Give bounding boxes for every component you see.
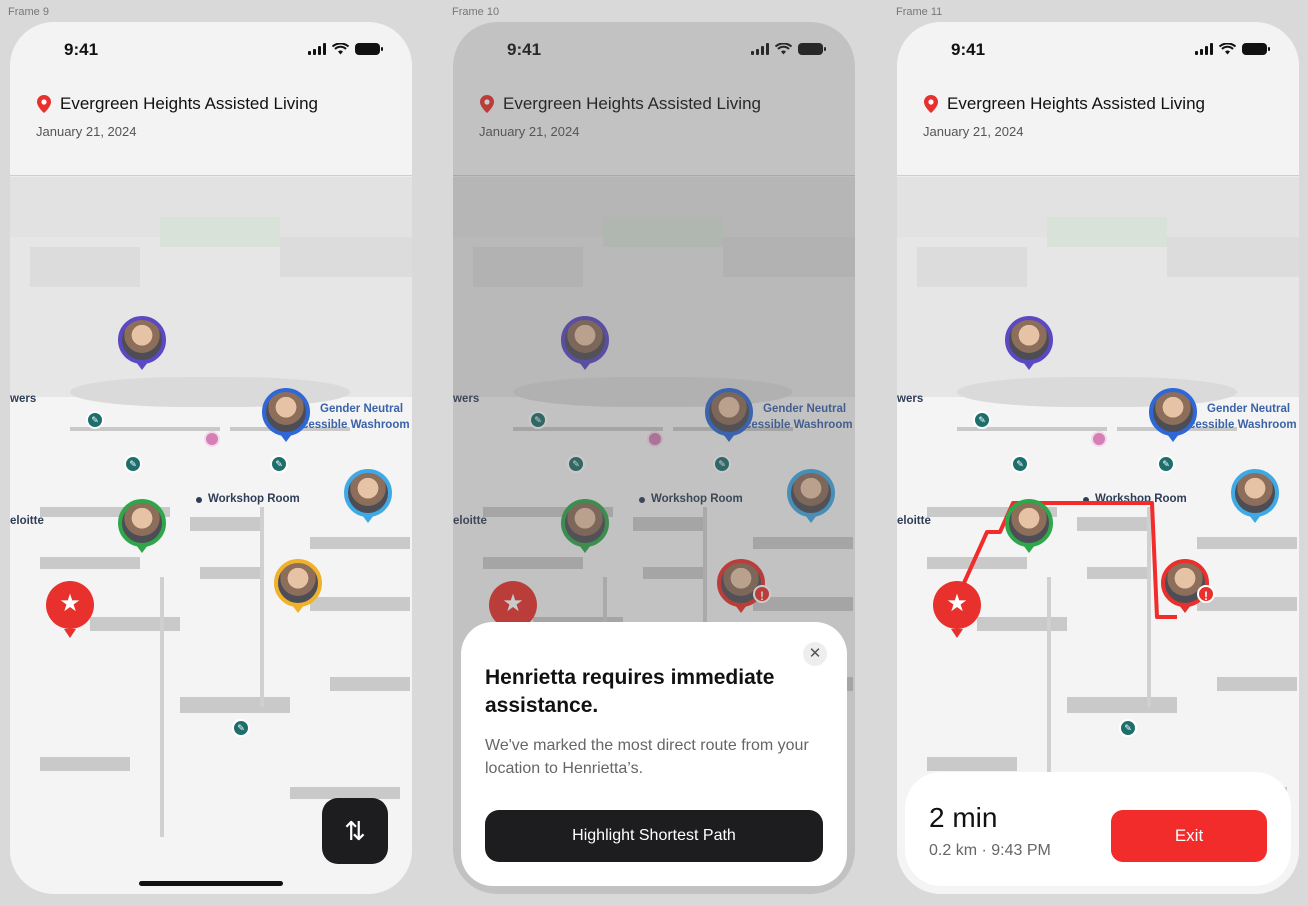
highlight-path-button[interactable]: Highlight Shortest Path (485, 810, 823, 862)
location-pin-icon[interactable] (204, 431, 220, 447)
resident-avatar-blue[interactable] (1149, 388, 1197, 442)
facility-header: Evergreen Heights Assisted Living Januar… (36, 94, 318, 139)
navigation-panel: 2 min 0.2 km · 9:43 PM Exit (905, 772, 1291, 886)
close-icon[interactable]: ✕ (803, 642, 827, 666)
header-date: January 21, 2024 (923, 124, 1024, 139)
resident-avatar-purple[interactable] (1005, 316, 1053, 370)
alert-body: We've marked the most direct route from … (485, 737, 809, 777)
cellular-signal-icon (1195, 43, 1213, 55)
status-time: 9:41 (951, 40, 986, 59)
equipment-pin-icon[interactable]: ✎ (232, 719, 250, 737)
map-label-deloitte: eloitte (10, 515, 44, 527)
equipment-pin-icon[interactable]: ✎ (124, 455, 142, 473)
floor-map[interactable]: wers Gender Neutral cessible Washroom Wo… (10, 177, 412, 894)
eta-details: 0.2 km · 9:43 PM (929, 842, 1051, 859)
map-label-workshop: Workshop Room (208, 493, 300, 505)
swap-vertical-icon: ⇅ (344, 816, 366, 846)
swap-floor-button[interactable]: ⇅ (322, 798, 388, 864)
cellular-signal-icon (308, 43, 326, 55)
facility-name: Evergreen Heights Assisted Living (60, 94, 318, 113)
alert-title: Henrietta requires immediate assistance. (485, 666, 775, 717)
location-pin-icon (924, 95, 938, 113)
phone-screen-frame-9: wers Gender Neutral cessible Washroom Wo… (10, 22, 412, 894)
eta-time: 2 min (929, 802, 998, 833)
facility-name: Evergreen Heights Assisted Living (947, 94, 1205, 113)
alert-sheet: ✕ Henrietta requires immediate assistance… (461, 622, 847, 886)
resident-avatar-lightblue[interactable] (1231, 469, 1279, 523)
location-pin-icon (37, 95, 51, 113)
equipment-pin-icon[interactable]: ✎ (86, 411, 104, 429)
battery-icon (355, 43, 383, 55)
exit-button[interactable]: Exit (1111, 810, 1267, 862)
wifi-icon (332, 43, 349, 55)
resident-avatar-henrietta[interactable] (274, 559, 322, 613)
resident-avatar-green[interactable] (118, 499, 166, 553)
facility-header: Evergreen Heights Assisted Living Januar… (923, 94, 1205, 139)
resident-avatar-purple[interactable] (118, 316, 166, 370)
frame-11-label: Frame 11 (896, 6, 943, 18)
resident-avatar-blue[interactable] (262, 388, 310, 442)
status-bar: 9:41 (897, 40, 1299, 64)
frame-9-label: Frame 9 (8, 6, 49, 18)
workshop-dot (196, 497, 202, 503)
equipment-pin-icon[interactable]: ✎ (270, 455, 288, 473)
header-date: January 21, 2024 (36, 124, 137, 139)
phone-screen-frame-10: wers Gender Neutral cessible Washroom Wo… (453, 22, 855, 894)
alert-badge-icon: ! (1197, 585, 1215, 603)
resident-avatar-green[interactable] (1005, 499, 1053, 553)
map-label-towers: wers (10, 393, 37, 405)
map-label-gender-neutral: Gender Neutral (320, 403, 404, 415)
status-bar: 9:41 (10, 40, 412, 64)
status-time: 9:41 (64, 40, 99, 59)
frame-10-label: Frame 10 (452, 6, 500, 18)
home-indicator (139, 881, 283, 886)
battery-icon (1242, 43, 1270, 55)
map-label-washroom: cessible Washroom (302, 419, 410, 431)
my-location-star-icon[interactable]: ★ (46, 581, 94, 638)
my-location-star-icon[interactable]: ★ (933, 581, 981, 638)
phone-screen-frame-11: wers Gender Neutral cessible Washroom Wo… (897, 22, 1299, 894)
wifi-icon (1219, 43, 1236, 55)
resident-avatar-lightblue[interactable] (344, 469, 392, 523)
